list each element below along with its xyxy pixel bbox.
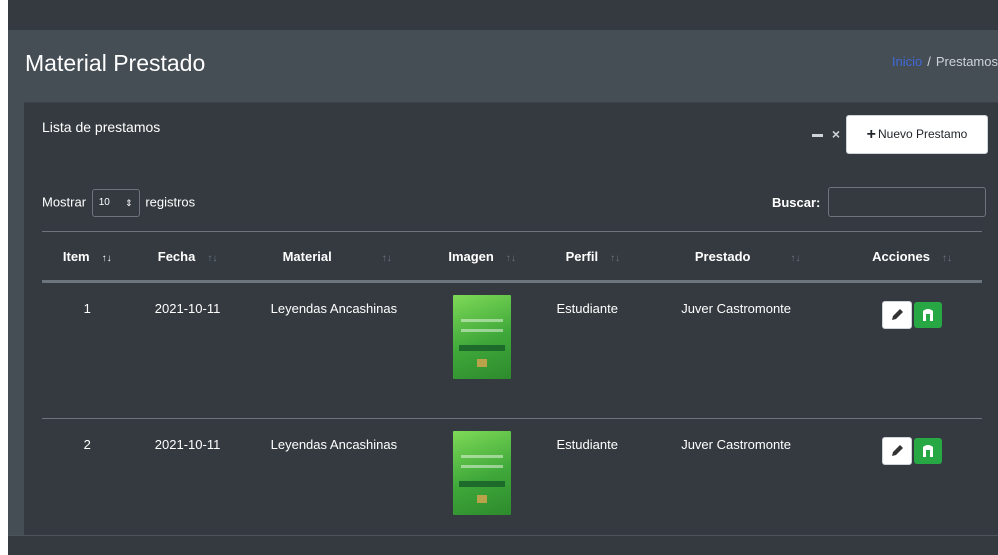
card-title: Lista de prestamos bbox=[42, 119, 161, 135]
cell-fecha: 2021-10-11 bbox=[132, 418, 243, 535]
edit-icon bbox=[892, 309, 904, 320]
cell-fecha: 2021-10-11 bbox=[132, 281, 243, 419]
records-label: registros bbox=[145, 194, 196, 210]
sort-icon: ↑↓ bbox=[790, 252, 801, 264]
show-label: Mostrar bbox=[42, 194, 87, 210]
breadcrumb-inicio-link[interactable]: Inicio bbox=[892, 54, 922, 69]
loans-table: Item ↑↓ Fecha ↑↓ Material ↑↓ Imagen ↑↓ Perfi… bbox=[42, 231, 982, 535]
cell-item: 2 bbox=[42, 418, 133, 535]
cell-acciones bbox=[842, 281, 982, 419]
minus-icon bbox=[811, 133, 823, 137]
column-header-prestado[interactable]: Prestado ↑↓ bbox=[653, 231, 843, 283]
cell-item: 1 bbox=[42, 281, 133, 419]
table-header-row: Item ↑↓ Fecha ↑↓ Material ↑↓ Imagen ↑↓ Perfi… bbox=[42, 231, 982, 283]
return-icon bbox=[923, 445, 934, 457]
cell-prestado: Juver Castromonte bbox=[653, 281, 843, 419]
footer bbox=[8, 535, 998, 555]
cell-material: Leyendas Ancashinas bbox=[242, 418, 432, 535]
column-header-imagen[interactable]: Imagen ↑↓ bbox=[431, 231, 533, 283]
loans-card: Lista de prestamos × + Nuevo Prestamo Mos… bbox=[24, 102, 998, 535]
cell-prestado: Juver Castromonte bbox=[653, 418, 843, 535]
column-header-perfil[interactable]: Perfil ↑↓ bbox=[532, 231, 654, 283]
edit-icon bbox=[892, 445, 904, 456]
close-icon: × bbox=[831, 126, 841, 142]
cell-material: Leyendas Ancashinas bbox=[242, 281, 432, 419]
close-card-button[interactable]: × bbox=[826, 121, 846, 147]
return-button[interactable] bbox=[914, 438, 943, 464]
search-control: Buscar: bbox=[772, 187, 986, 217]
return-icon bbox=[923, 309, 934, 321]
breadcrumb: Inicio / Prestamos bbox=[892, 54, 998, 69]
column-header-acciones[interactable]: Acciones ↑↓ bbox=[842, 231, 982, 283]
new-loan-button[interactable]: + Nuevo Prestamo bbox=[846, 115, 988, 154]
sort-icon: ↑↓ bbox=[505, 252, 516, 264]
breadcrumb-separator: / bbox=[927, 54, 931, 69]
page-length-value: 10 bbox=[98, 197, 110, 208]
new-loan-label: Nuevo Prestamo bbox=[877, 127, 968, 141]
sort-icon: ↑↓ bbox=[610, 252, 621, 264]
edit-button[interactable] bbox=[882, 437, 913, 465]
column-header-fecha[interactable]: Fecha ↑↓ bbox=[132, 231, 243, 283]
page-length-control: Mostrar 10 ⇕ registros bbox=[42, 189, 195, 217]
return-button[interactable] bbox=[914, 302, 943, 328]
sort-icon: ↑↓ bbox=[381, 252, 392, 264]
updown-icon: ⇕ bbox=[125, 198, 133, 208]
column-header-material[interactable]: Material ↑↓ bbox=[242, 231, 432, 283]
search-label: Buscar: bbox=[771, 194, 821, 210]
breadcrumb-current: Prestamos bbox=[935, 54, 998, 69]
sort-icon: ↑↓ bbox=[941, 252, 952, 264]
cell-imagen bbox=[431, 418, 533, 535]
sort-asc-icon: ↑↓ bbox=[101, 252, 112, 264]
top-navbar bbox=[8, 0, 998, 30]
book-cover-image bbox=[453, 431, 512, 515]
cell-perfil: Estudiante bbox=[532, 281, 654, 419]
table-row: 2 2021-10-11 Leyendas Ancashinas Estudia… bbox=[42, 418, 982, 535]
book-cover-image bbox=[453, 295, 512, 379]
content-wrapper: Material Prestado Inicio / Prestamos Lista… bbox=[8, 30, 998, 535]
column-header-item[interactable]: Item ↑↓ bbox=[42, 231, 133, 283]
sort-icon: ↑↓ bbox=[207, 252, 218, 264]
cell-imagen bbox=[431, 281, 533, 419]
plus-icon: + bbox=[866, 126, 876, 143]
table-row: 1 2021-10-11 Leyendas Ancashinas Estudia… bbox=[42, 281, 982, 419]
search-input[interactable] bbox=[828, 187, 986, 217]
edit-button[interactable] bbox=[882, 301, 913, 329]
cell-perfil: Estudiante bbox=[532, 418, 654, 535]
cell-acciones bbox=[842, 418, 982, 535]
page-title: Material Prestado bbox=[25, 50, 206, 76]
page-length-select[interactable]: 10 ⇕ bbox=[91, 189, 140, 217]
